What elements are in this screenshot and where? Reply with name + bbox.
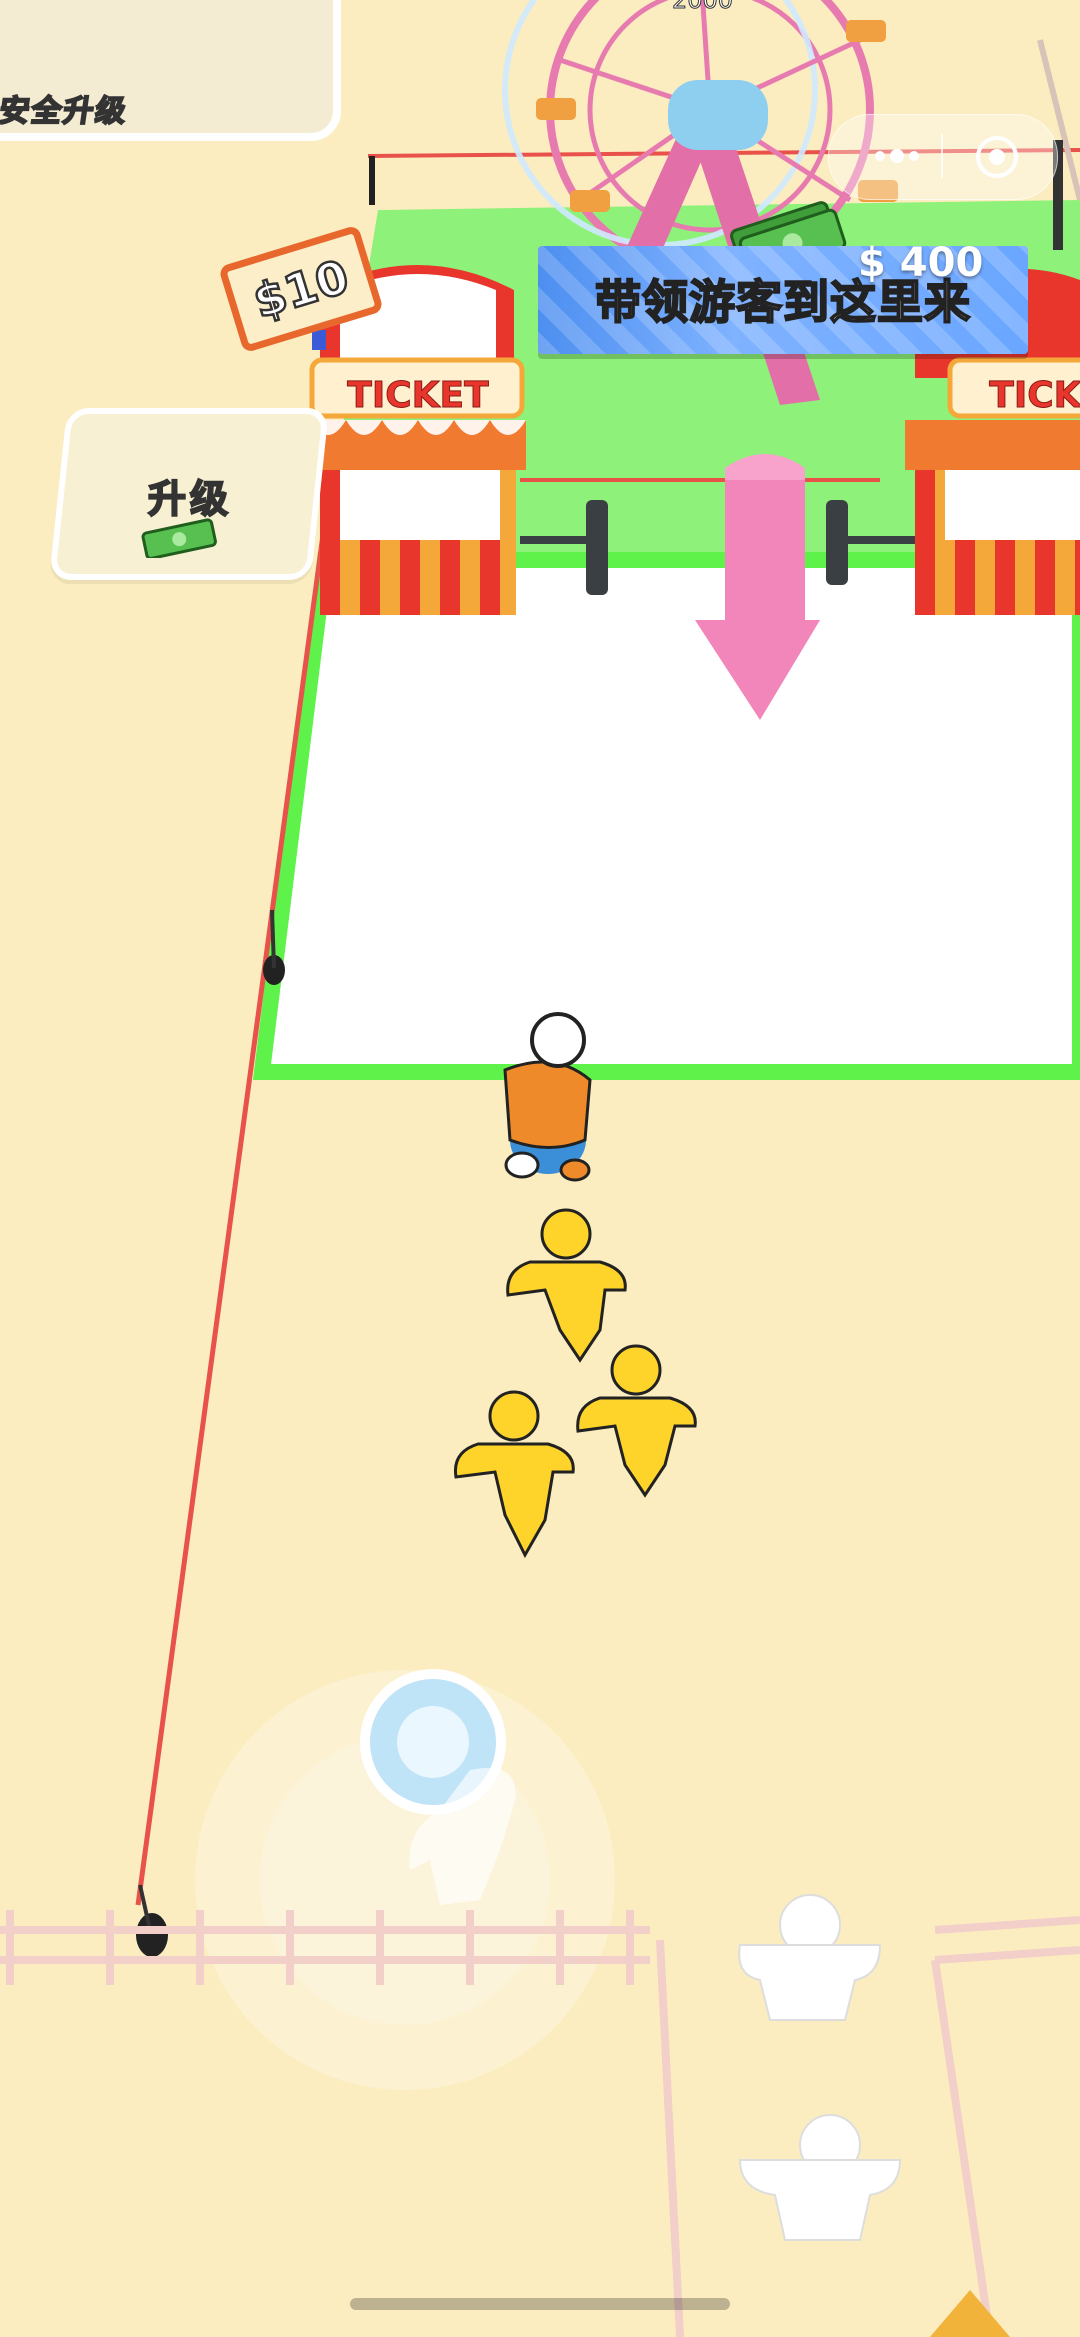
ferris-wheel-sign: 2000 xyxy=(672,0,733,14)
home-indicator xyxy=(350,2298,730,2310)
visitor-statue xyxy=(738,1894,902,2241)
queue-area xyxy=(252,552,1080,1080)
money-symbol: $ xyxy=(858,240,886,286)
money-value: 400 xyxy=(899,240,984,286)
visitor-yellow xyxy=(576,1344,697,1498)
ticket-sign-left: TICKET xyxy=(347,375,489,416)
menu-capsule xyxy=(828,114,1058,200)
visitor-yellow xyxy=(506,1208,627,1363)
capsule-divider xyxy=(941,134,943,178)
safety-upgrade-label: 安全升级 xyxy=(0,93,131,130)
visitor-yellow xyxy=(453,1390,575,1559)
virtual-joystick[interactable] xyxy=(195,1669,615,2090)
cash-bill-icon xyxy=(141,518,217,558)
ticket-sign-right: TICKET xyxy=(989,375,1080,416)
more-dots-icon[interactable] xyxy=(870,140,924,172)
upgrade-label: 升级 xyxy=(147,476,232,522)
target-circle-icon[interactable] xyxy=(974,134,1020,180)
money-counter: $ 400 xyxy=(858,240,983,286)
